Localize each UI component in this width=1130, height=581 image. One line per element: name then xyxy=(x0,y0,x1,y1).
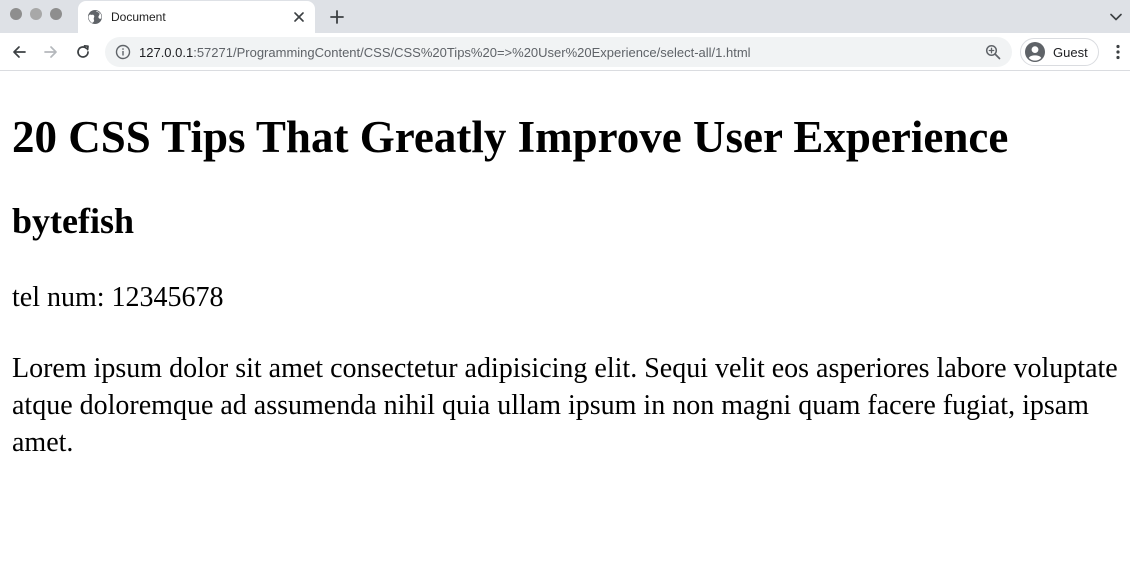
page-content: 20 CSS Tips That Greatly Improve User Ex… xyxy=(0,111,1130,461)
globe-icon xyxy=(88,10,102,24)
chevron-down-icon[interactable] xyxy=(1106,7,1126,27)
browser-toolbar: 127.0.0.1:57271/ProgrammingContent/CSS/C… xyxy=(0,33,1130,71)
tab-title: Document xyxy=(111,10,166,24)
tab-strip: Document xyxy=(0,0,1130,33)
tab-document[interactable]: Document xyxy=(78,1,315,33)
url-path: :57271/ProgrammingContent/CSS/CSS%20Tips… xyxy=(193,45,751,60)
address-bar[interactable]: 127.0.0.1:57271/ProgrammingContent/CSS/C… xyxy=(105,37,1012,67)
kebab-menu-icon[interactable] xyxy=(1108,41,1128,63)
arrow-left-icon[interactable] xyxy=(6,39,32,65)
page-title: 20 CSS Tips That Greatly Improve User Ex… xyxy=(12,112,1009,162)
window-minimize-dot[interactable] xyxy=(30,8,42,20)
phone-text: tel num: 12345678 xyxy=(12,282,224,313)
body-paragraph: Lorem ipsum dolor sit amet consectetur a… xyxy=(12,353,1118,458)
profile-button[interactable]: Guest xyxy=(1020,38,1099,66)
page-viewport: 20 CSS Tips That Greatly Improve User Ex… xyxy=(0,71,1130,581)
info-icon[interactable] xyxy=(115,44,131,60)
close-icon[interactable] xyxy=(289,7,309,27)
arrow-right-icon[interactable] xyxy=(38,39,64,65)
window-maximize-dot[interactable] xyxy=(50,8,62,20)
url-host: 127.0.0.1 xyxy=(139,45,194,60)
author-heading: bytefish xyxy=(12,201,135,241)
plus-icon[interactable] xyxy=(325,5,349,29)
avatar xyxy=(1025,42,1045,62)
zoom-icon[interactable] xyxy=(985,44,1001,60)
profile-label: Guest xyxy=(1053,45,1088,60)
reload-icon[interactable] xyxy=(70,39,96,65)
url-text[interactable]: 127.0.0.1:57271/ProgrammingContent/CSS/C… xyxy=(139,45,751,60)
window-close-dot[interactable] xyxy=(10,8,22,20)
